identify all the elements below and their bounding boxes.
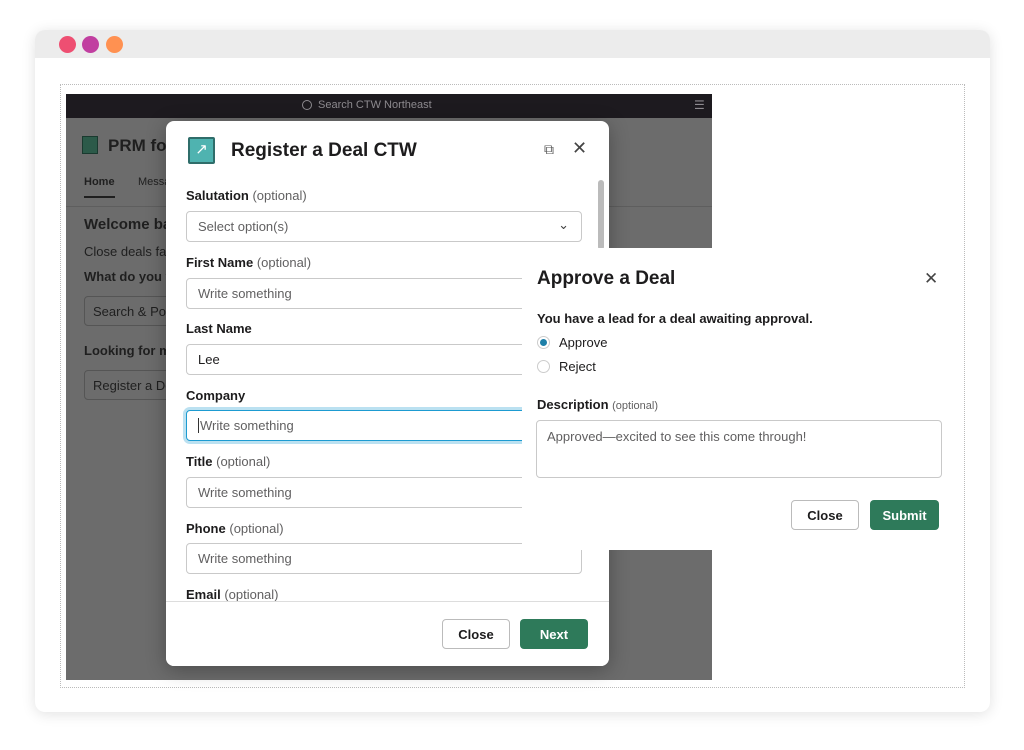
email-label: Email (optional) (186, 587, 279, 602)
salutation-select[interactable]: Select option(s) ⌄ (186, 211, 582, 242)
modal-title: Register a Deal CTW (231, 140, 417, 161)
app-logo-icon (82, 136, 98, 154)
description-textarea[interactable]: Approved—excited to see this come throug… (536, 420, 942, 478)
minimize-window-dot[interactable] (82, 36, 99, 53)
chevron-down-icon: ⌄ (558, 217, 569, 232)
browser-titlebar (35, 30, 990, 58)
title-label: Title (optional) (186, 454, 271, 469)
tab-home[interactable]: Home (84, 176, 115, 198)
company-label: Company (186, 388, 246, 403)
app-topbar: Search CTW Northeast ☰ (66, 94, 712, 118)
approve-close-button[interactable]: Close (791, 500, 859, 530)
approve-option-label: Approve (559, 335, 608, 350)
search-icon (302, 100, 312, 110)
reject-option-label: Reject (559, 359, 596, 374)
search-placeholder: Search CTW Northeast (318, 99, 432, 111)
next-button[interactable]: Next (520, 619, 588, 649)
filter-icon[interactable]: ☰ (694, 98, 705, 112)
close-button[interactable]: Close (442, 619, 510, 649)
approval-prompt: You have a lead for a deal awaiting appr… (537, 311, 813, 326)
close-window-dot[interactable] (59, 36, 76, 53)
approve-deal-modal: Approve a Deal ✕ You have a lead for a d… (522, 248, 960, 550)
subtitle-text: Close deals fas (84, 244, 173, 259)
looking-text: Looking for mo (84, 343, 179, 358)
phone-label: Phone (optional) (186, 521, 284, 536)
search-bar[interactable]: Search CTW Northeast (302, 99, 432, 111)
reject-radio[interactable] (537, 360, 550, 373)
chart-trend-icon: ↗ (188, 137, 215, 164)
close-icon[interactable]: ✕ (924, 269, 938, 289)
approve-radio[interactable] (537, 336, 550, 349)
approve-modal-title: Approve a Deal (537, 268, 676, 289)
external-link-icon[interactable]: ⧉ (544, 141, 554, 158)
close-icon[interactable]: ✕ (572, 138, 587, 159)
welcome-heading: Welcome ba (84, 216, 172, 233)
last-name-label: Last Name (186, 321, 252, 336)
description-label: Description (optional) (537, 397, 658, 412)
salutation-label: Salutation (optional) (186, 188, 307, 203)
scrollbar[interactable] (598, 180, 604, 250)
question-text: What do you v (84, 269, 173, 284)
app-title: PRM for (108, 136, 174, 155)
maximize-window-dot[interactable] (106, 36, 123, 53)
submit-button[interactable]: Submit (870, 500, 939, 530)
first-name-label: First Name (optional) (186, 255, 312, 270)
